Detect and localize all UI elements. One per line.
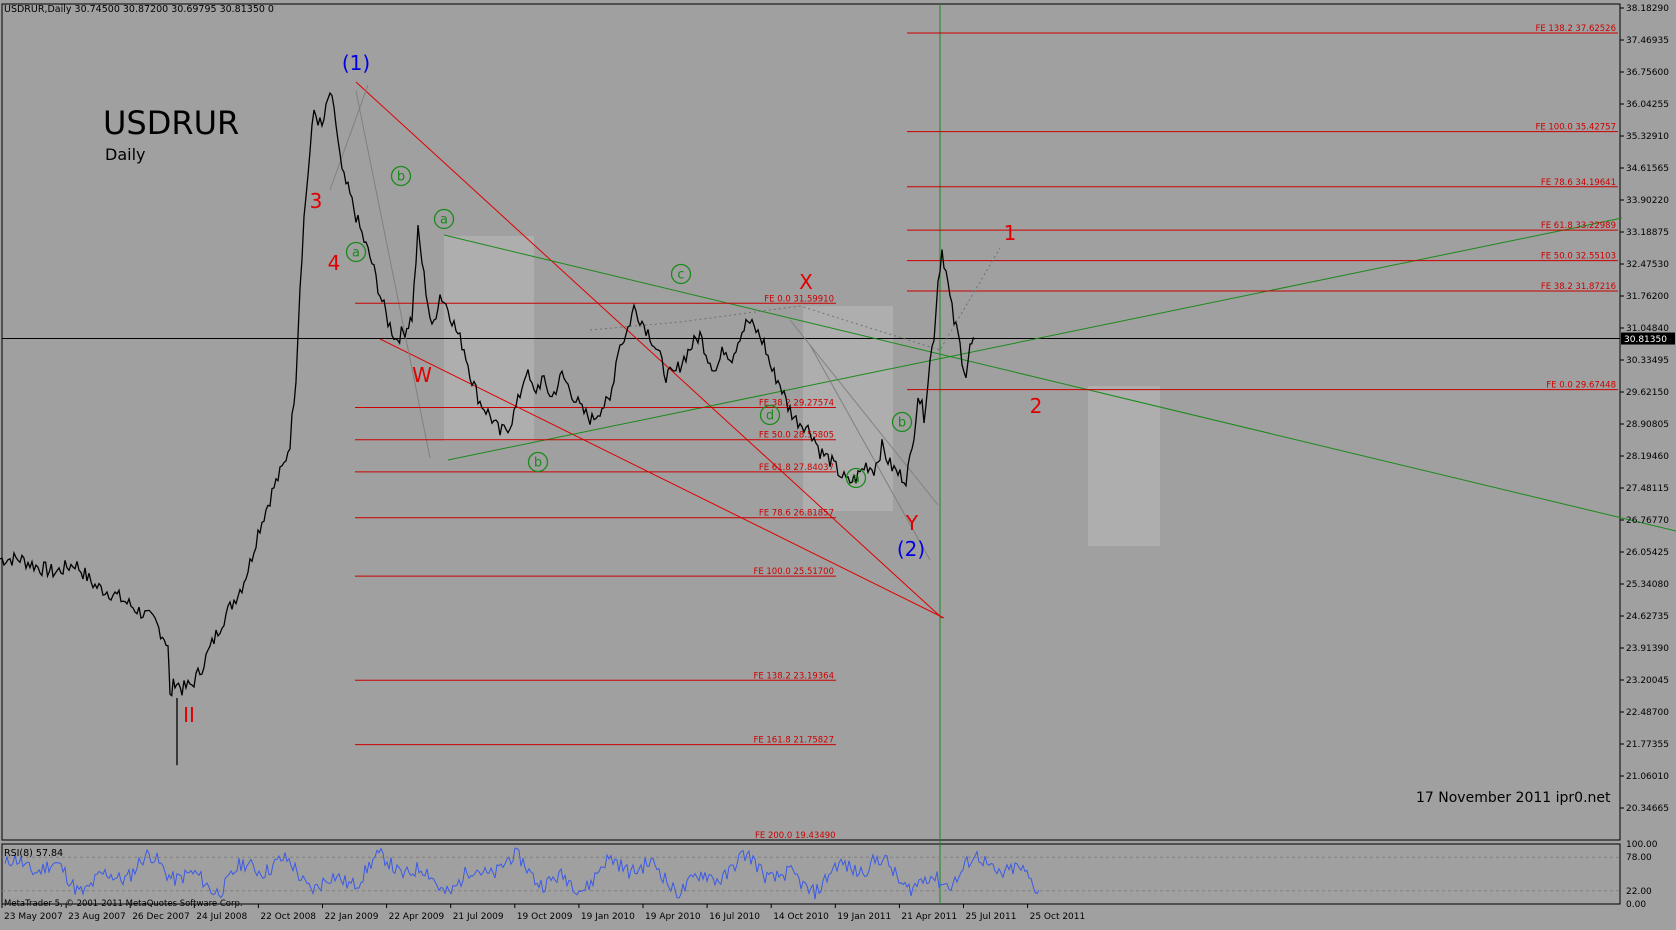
rsi-tick-label: 78.00 bbox=[1626, 853, 1652, 863]
rsi-title: RSI(8) 57.84 bbox=[4, 848, 63, 859]
price-tick-label: 36.04255 bbox=[1626, 100, 1669, 110]
date-tick-label: 19 Apr 2010 bbox=[645, 912, 701, 922]
rsi-tick-label: 0.00 bbox=[1626, 900, 1646, 910]
rsi-tick-label: 100.00 bbox=[1626, 840, 1658, 850]
wave-label-red: X bbox=[799, 270, 813, 294]
date-tick-label: 23 Aug 2007 bbox=[68, 912, 126, 922]
fibo-label: FE 61.8 27.84037 bbox=[759, 463, 834, 473]
highlight-box-3 bbox=[1088, 386, 1160, 546]
fibo-label: FE 38.2 29.27574 bbox=[759, 399, 834, 409]
date-tick-label: 14 Oct 2010 bbox=[773, 912, 829, 922]
fibo-label: FE 38.2 31.87216 bbox=[1541, 282, 1616, 292]
price-tick-label: 22.48700 bbox=[1626, 708, 1669, 718]
date-tick-label: 19 Oct 2009 bbox=[517, 912, 573, 922]
fibo-label: FE 200.0 19.43490 bbox=[755, 831, 836, 841]
wave-label-green: b bbox=[397, 170, 405, 185]
date-tick-label: 19 Jan 2011 bbox=[837, 912, 891, 922]
wave-label-green: d bbox=[766, 409, 774, 424]
fibo-label: FE 0.0 31.59910 bbox=[764, 294, 834, 304]
date-tick-label: 24 Jul 2008 bbox=[196, 912, 247, 922]
fibo-label: FE 50.0 28.55805 bbox=[759, 431, 834, 441]
wave-label-red: W bbox=[412, 363, 432, 387]
wave-label-green: b bbox=[898, 416, 906, 431]
fibo-label: FE 100.0 35.42757 bbox=[1535, 123, 1616, 133]
wave-label-green: b bbox=[534, 456, 542, 471]
wave-label-green: a bbox=[852, 472, 860, 487]
date-tick-label: 21 Jul 2009 bbox=[453, 912, 504, 922]
wave-label-green: a bbox=[352, 246, 360, 261]
price-tick-label: 32.47530 bbox=[1626, 260, 1669, 270]
date-tick-label: 25 Oct 2011 bbox=[1030, 912, 1086, 922]
wave-label-red: 2 bbox=[1030, 394, 1043, 418]
wave-label-red: 1 bbox=[1004, 221, 1017, 245]
price-tick-label: 23.91390 bbox=[1626, 644, 1669, 654]
price-tick-label: 31.76200 bbox=[1626, 292, 1669, 302]
fibo-label: FE 78.6 26.81857 bbox=[759, 509, 834, 519]
date-tick-label: 22 Jan 2009 bbox=[325, 912, 379, 922]
wave-label-green: c bbox=[677, 268, 684, 283]
current-price-label: 30.81350 bbox=[1624, 335, 1667, 345]
price-tick-label: 21.06010 bbox=[1626, 772, 1669, 782]
chart-header-info: USDRUR,Daily 30.74500 30.87200 30.69795 … bbox=[4, 4, 274, 15]
chart-canvas[interactable]: FE 138.2 37.62526 FE 100.0 35.42757 FE 78.… bbox=[0, 0, 1676, 930]
price-tick-label: 28.19460 bbox=[1626, 452, 1669, 462]
fibo-label: FE 138.2 23.19364 bbox=[753, 671, 834, 681]
price-tick-label: 35.32910 bbox=[1626, 132, 1669, 142]
fibo-label: FE 78.6 34.19641 bbox=[1541, 178, 1616, 188]
date-tick-label: 21 Apr 2011 bbox=[901, 912, 957, 922]
fibo-label: FE 0.0 29.67448 bbox=[1546, 381, 1616, 391]
date-tick-label: 25 Jul 2011 bbox=[966, 912, 1017, 922]
wave-label-red: 4 bbox=[328, 251, 341, 275]
price-tick-label: 20.34665 bbox=[1626, 804, 1669, 814]
price-tick-label: 24.62735 bbox=[1626, 612, 1669, 622]
copyright-text: MetaTrader 5, © 2001-2011 MetaQuotes Sof… bbox=[4, 899, 243, 909]
fibo-label: FE 61.8 33.22989 bbox=[1541, 221, 1616, 231]
price-tick-label: 27.48115 bbox=[1626, 484, 1669, 494]
price-tick-label: 33.18875 bbox=[1626, 228, 1669, 238]
price-tick-label: 33.90220 bbox=[1626, 196, 1669, 206]
price-tick-label: 29.62150 bbox=[1626, 388, 1669, 398]
wave-label-red: Y bbox=[905, 511, 919, 535]
fibo-label: FE 161.8 21.75827 bbox=[753, 736, 834, 746]
credit-text: 17 November 2011 ipr0.net bbox=[1416, 790, 1611, 806]
date-tick-label: 22 Oct 2008 bbox=[260, 912, 316, 922]
price-tick-label: 26.76770 bbox=[1626, 516, 1669, 526]
date-tick-label: 16 Jul 2010 bbox=[709, 912, 760, 922]
price-tick-label: 30.33495 bbox=[1626, 356, 1669, 366]
price-tick-label: 37.46935 bbox=[1626, 36, 1669, 46]
price-tick-label: 36.75600 bbox=[1626, 68, 1669, 78]
date-tick-label: 26 Dec 2007 bbox=[132, 912, 190, 922]
timeframe-label: Daily bbox=[105, 145, 145, 164]
fibo-label: FE 50.0 32.55103 bbox=[1541, 252, 1616, 262]
price-tick-label: 25.34080 bbox=[1626, 580, 1669, 590]
date-tick-label: 19 Jan 2010 bbox=[581, 912, 635, 922]
wave-label-red: 3 bbox=[310, 189, 323, 213]
price-tick-label: 26.05425 bbox=[1626, 548, 1669, 558]
price-tick-label: 31.04840 bbox=[1626, 324, 1669, 334]
symbol-title: USDRUR bbox=[103, 104, 239, 142]
price-tick-label: 21.77355 bbox=[1626, 740, 1669, 750]
price-tick-label: 23.20045 bbox=[1626, 676, 1669, 686]
wave-label-blue: (1) bbox=[342, 51, 370, 75]
wave-label-green: a bbox=[440, 213, 448, 228]
wave-label-blue: (2) bbox=[897, 537, 925, 561]
date-tick-label: 23 May 2007 bbox=[4, 912, 63, 922]
price-tick-label: 28.90805 bbox=[1626, 420, 1669, 430]
fibo-label: FE 100.0 25.51700 bbox=[753, 567, 834, 577]
price-tick-label: 34.61565 bbox=[1626, 164, 1669, 174]
fibo-label: FE 138.2 37.62526 bbox=[1535, 24, 1616, 34]
date-tick-label: 22 Apr 2009 bbox=[389, 912, 445, 922]
price-tick-label: 38.18290 bbox=[1626, 4, 1669, 14]
rsi-tick-label: 22.00 bbox=[1626, 887, 1652, 897]
wave-label-red: II bbox=[183, 703, 195, 727]
